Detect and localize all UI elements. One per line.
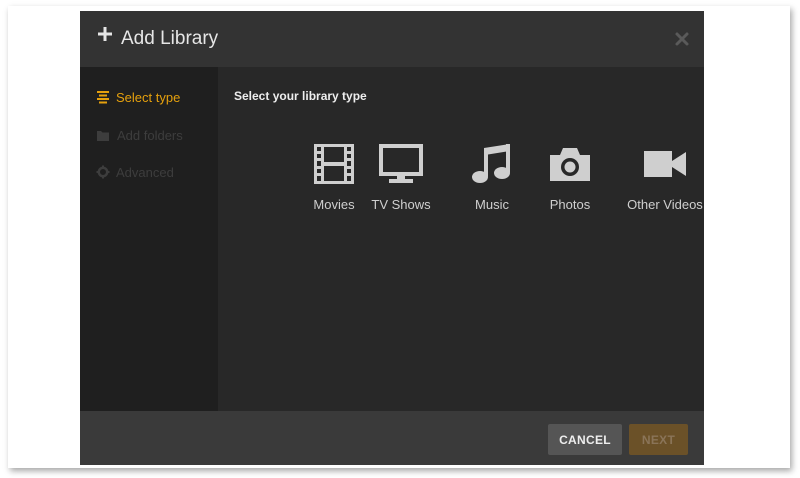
sidebar-item-add-folders[interactable]: Add folders — [96, 125, 183, 145]
add-library-dialog: Add Library Select type Add folders Adva… — [80, 11, 704, 465]
sidebar-item-label: Add folders — [117, 127, 183, 143]
film-icon — [314, 144, 354, 184]
video-camera-icon — [644, 151, 686, 177]
library-type-music[interactable]: Music — [464, 141, 520, 221]
library-type-prompt: Select your library type — [234, 89, 367, 103]
music-note-icon — [472, 144, 510, 183]
dialog-header: Add Library — [80, 11, 704, 67]
gear-icon — [96, 165, 110, 179]
library-type-tv-shows[interactable]: TV Shows — [366, 141, 436, 221]
dialog-title: Add Library — [121, 28, 219, 49]
list-icon — [97, 91, 109, 104]
library-type-label: Photos — [549, 197, 591, 212]
library-type-label: Other Videos — [627, 197, 703, 212]
cancel-button[interactable]: CANCEL — [548, 424, 622, 455]
sidebar-item-select-type[interactable]: Select type — [96, 87, 180, 107]
library-type-other-videos[interactable]: Other Videos — [620, 141, 704, 221]
dialog-footer: CANCEL NEXT — [80, 411, 704, 465]
sidebar-item-advanced[interactable]: Advanced — [96, 162, 174, 182]
library-type-label: TV Shows — [371, 197, 431, 212]
library-type-panel: Select your library type Movies TV Shows… — [218, 67, 704, 411]
library-type-label: Movies — [313, 197, 355, 212]
steps-sidebar: Select type Add folders Advanced — [80, 67, 218, 411]
plus-icon — [98, 27, 112, 41]
next-button[interactable]: NEXT — [629, 424, 688, 455]
camera-icon — [550, 148, 590, 181]
library-type-movies[interactable]: Movies — [306, 141, 362, 221]
library-type-photos[interactable]: Photos — [542, 141, 598, 221]
library-type-label: Music — [475, 197, 509, 212]
tv-icon — [379, 144, 423, 183]
sidebar-item-label: Select type — [116, 89, 181, 105]
close-icon[interactable] — [672, 29, 692, 49]
folder-icon — [97, 130, 109, 141]
sidebar-item-label: Advanced — [116, 164, 174, 180]
